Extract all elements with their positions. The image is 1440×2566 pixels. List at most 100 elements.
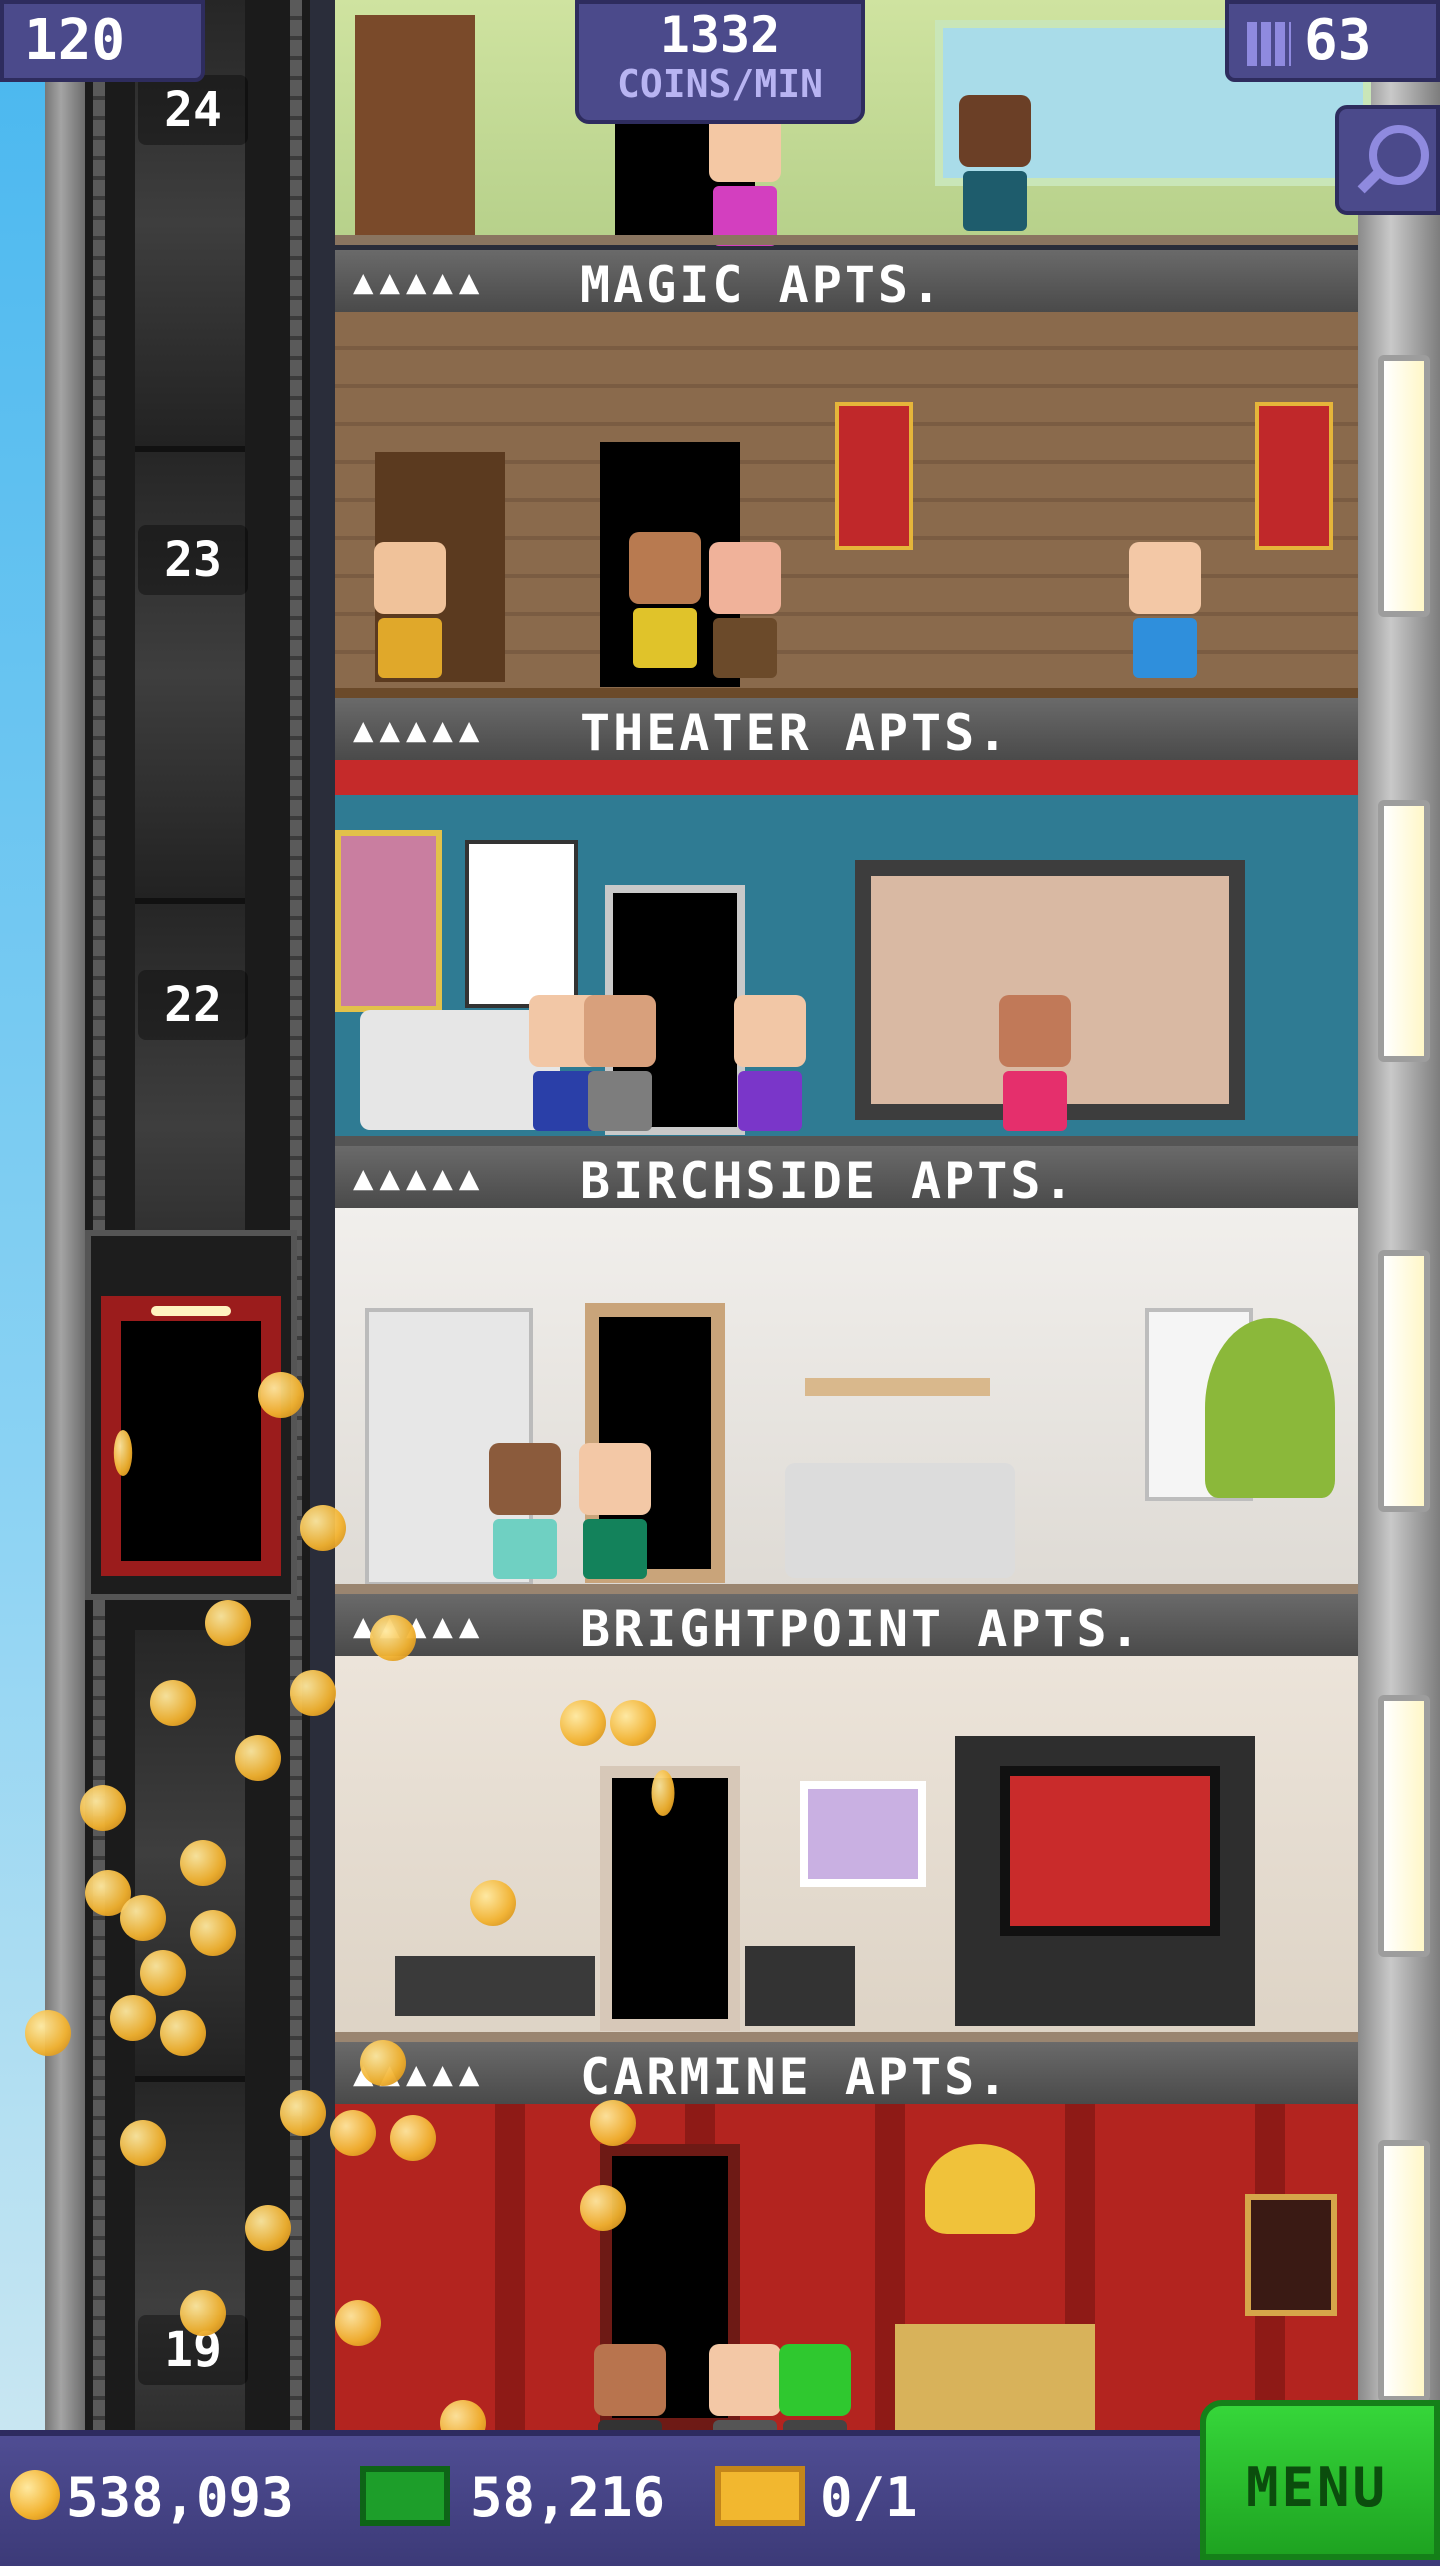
falling-coin[interactable] bbox=[335, 2300, 381, 2346]
falling-coin[interactable] bbox=[120, 2120, 166, 2166]
floor-name: BRIGHTPOINT APTS. bbox=[580, 1600, 1143, 1658]
falling-coin[interactable] bbox=[290, 1670, 336, 1716]
falling-coin[interactable] bbox=[25, 2010, 71, 2056]
floor-label-bar[interactable]: ▲▲▲▲▲ CARMINE APTS. bbox=[335, 2042, 1358, 2106]
floor-number-label: 24 bbox=[138, 75, 248, 145]
falling-coin[interactable] bbox=[80, 1785, 126, 1831]
bitizen[interactable] bbox=[625, 532, 705, 672]
elevator-light bbox=[151, 1306, 231, 1316]
bux-icon bbox=[360, 2466, 450, 2526]
bitizen[interactable] bbox=[1125, 542, 1205, 682]
window bbox=[1378, 2140, 1430, 2402]
floor-line bbox=[335, 1136, 1358, 1146]
elevator-car[interactable] bbox=[85, 1230, 297, 1600]
falling-coin[interactable] bbox=[150, 1680, 196, 1726]
bed bbox=[895, 2324, 1095, 2430]
coins-balance: 538,093 bbox=[66, 2466, 294, 2529]
people-icons: ▲▲▲▲▲ bbox=[353, 1158, 486, 1198]
bitizen[interactable] bbox=[485, 1443, 565, 1583]
people-icons: ▲▲▲▲▲ bbox=[353, 710, 486, 750]
people-icons: ▲▲▲▲▲ bbox=[353, 262, 486, 302]
menu-button-label: MENU bbox=[1246, 2456, 1389, 2519]
falling-coin[interactable] bbox=[120, 1895, 166, 1941]
stereo bbox=[745, 1946, 855, 2026]
magnifier-handle bbox=[1357, 166, 1385, 194]
menu-button[interactable]: MENU bbox=[1200, 2400, 1440, 2560]
coins-per-min-panel[interactable]: 1332 COINS/MIN bbox=[575, 0, 865, 124]
floor-number-label: 22 bbox=[138, 970, 248, 1040]
coins-per-min-label: COINS/MIN bbox=[617, 62, 823, 106]
falling-coin[interactable] bbox=[280, 2090, 326, 2136]
falling-coin[interactable] bbox=[190, 1910, 236, 1956]
falling-coin[interactable] bbox=[360, 2040, 406, 2086]
television bbox=[1000, 1766, 1220, 1936]
floor-number-label: 23 bbox=[138, 525, 248, 595]
bitizen[interactable] bbox=[705, 542, 785, 682]
falling-coin[interactable] bbox=[580, 2185, 626, 2231]
table bbox=[395, 1956, 595, 2016]
falling-coin[interactable] bbox=[258, 1372, 304, 1418]
falling-coin[interactable] bbox=[651, 1770, 675, 1816]
bitizen[interactable] bbox=[730, 995, 810, 1135]
falling-coin[interactable] bbox=[180, 2290, 226, 2336]
falling-coin[interactable] bbox=[110, 1995, 156, 2041]
bux-balance: 58,216 bbox=[470, 2466, 666, 2529]
floor-label-bar[interactable]: ▲▲▲▲▲ THEATER APTS. bbox=[335, 698, 1358, 762]
floor-label-bar[interactable]: ▲▲▲▲▲ BIRCHSIDE APTS. bbox=[335, 1146, 1358, 1210]
falling-coin[interactable] bbox=[390, 2115, 436, 2161]
floor-carmine-apts[interactable] bbox=[335, 2104, 1358, 2480]
falling-coin[interactable] bbox=[610, 1700, 656, 1746]
falling-coin[interactable] bbox=[300, 1505, 346, 1551]
floor-magic-apts[interactable] bbox=[335, 312, 1358, 698]
shaft-rail-left bbox=[93, 0, 105, 2430]
window bbox=[1378, 1695, 1430, 1957]
falling-coin[interactable] bbox=[160, 2010, 206, 2056]
floor-birchside-apts[interactable] bbox=[335, 1208, 1358, 1594]
falling-coin[interactable] bbox=[140, 1950, 186, 1996]
bitizen[interactable] bbox=[705, 110, 785, 250]
falling-coin[interactable] bbox=[470, 1880, 516, 1926]
sofa bbox=[785, 1463, 1015, 1578]
chandelier bbox=[925, 2144, 1035, 2234]
tickets-balance: 0/1 bbox=[820, 2466, 918, 2529]
falling-coin[interactable] bbox=[205, 1600, 251, 1646]
falling-coin[interactable] bbox=[560, 1700, 606, 1746]
floors-counter[interactable]: 63 bbox=[1225, 0, 1440, 82]
elevator-door bbox=[121, 1321, 261, 1561]
floor-line bbox=[335, 235, 1358, 245]
population-counter[interactable]: 120 bbox=[0, 0, 205, 82]
floor-theater-apts[interactable] bbox=[335, 760, 1358, 1146]
falling-coin[interactable] bbox=[370, 1615, 416, 1661]
bookshelf bbox=[355, 15, 475, 235]
floor-label-bar[interactable]: ▲▲▲▲▲ BRIGHTPOINT APTS. bbox=[335, 1594, 1358, 1658]
floor-brightpoint-apts[interactable] bbox=[335, 1656, 1358, 2042]
floors-count-value: 63 bbox=[1304, 8, 1372, 73]
floor-name: CARMINE APTS. bbox=[580, 2048, 1011, 2106]
coin-icon bbox=[10, 2470, 60, 2520]
game-scene[interactable]: 24 23 22 19 ▲▲▲▲▲ MAGIC APTS. ▲▲▲▲▲ THEA… bbox=[0, 0, 1440, 2566]
falling-coin[interactable] bbox=[245, 2205, 291, 2251]
bitizen[interactable] bbox=[575, 1443, 655, 1583]
floor-line bbox=[335, 1584, 1358, 1594]
painting bbox=[1245, 2194, 1337, 2316]
bitizen[interactable] bbox=[955, 95, 1035, 235]
floor-name: THEATER APTS. bbox=[580, 704, 1011, 762]
banner bbox=[1255, 402, 1333, 550]
bitizen[interactable] bbox=[370, 542, 450, 682]
poster bbox=[335, 830, 442, 1012]
floor-label-bar[interactable]: ▲▲▲▲▲ MAGIC APTS. bbox=[335, 250, 1358, 314]
falling-coin[interactable] bbox=[235, 1735, 281, 1781]
floor-line bbox=[335, 2032, 1358, 2042]
shelf bbox=[805, 1378, 990, 1396]
zoom-button[interactable] bbox=[1335, 105, 1440, 215]
window bbox=[1378, 355, 1430, 617]
falling-coin[interactable] bbox=[113, 1430, 133, 1476]
tower-outer-wall bbox=[45, 0, 85, 2430]
falling-coin[interactable] bbox=[330, 2110, 376, 2156]
falling-coin[interactable] bbox=[180, 1840, 226, 1886]
bitizen[interactable] bbox=[995, 995, 1075, 1135]
window bbox=[1378, 800, 1430, 1062]
building-icon bbox=[1247, 22, 1291, 66]
bitizen[interactable] bbox=[580, 995, 660, 1135]
falling-coin[interactable] bbox=[590, 2100, 636, 2146]
